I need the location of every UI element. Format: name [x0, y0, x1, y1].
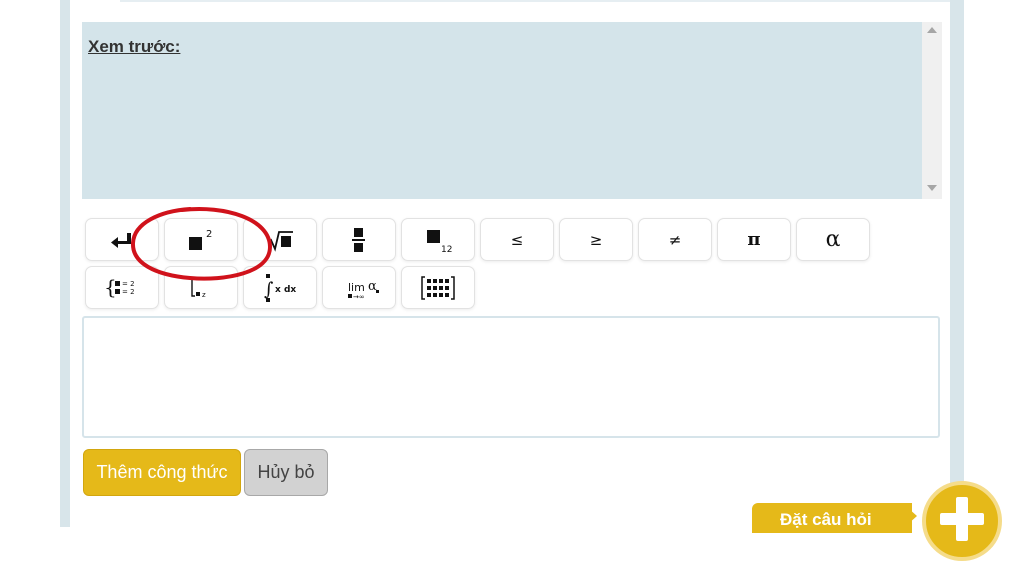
system-of-equations-icon: { = 2 = 2 — [104, 275, 135, 299]
greater-equal-button[interactable]: ≥ — [559, 218, 633, 261]
integral-label: x dx — [275, 285, 296, 295]
alpha-button[interactable]: α — [796, 218, 870, 261]
subscript-icon: 12 — [427, 229, 452, 254]
integral-icon: ∫ x dx — [264, 273, 296, 302]
scroll-down-arrow-icon[interactable] — [927, 185, 937, 191]
page-frame-left — [60, 0, 70, 527]
preview-scrollbar[interactable] — [922, 22, 942, 199]
superscript-icon: 2 — [189, 229, 212, 250]
preview-label: Xem trước: — [88, 37, 181, 56]
superscript-button[interactable]: 2 — [164, 218, 238, 261]
return-arrow-icon — [111, 232, 131, 248]
integral-button[interactable]: ∫ x dx — [243, 266, 317, 309]
equation-line-1: = 2 — [122, 280, 135, 288]
alpha-symbol: α — [825, 227, 841, 252]
not-equal-button[interactable]: ≠ — [638, 218, 712, 261]
bracket-subscript-label: z — [202, 291, 206, 299]
not-equal-symbol: ≠ — [668, 230, 682, 249]
matrix-icon — [421, 275, 455, 300]
superscript-exponent: 2 — [206, 229, 212, 240]
limit-subscript: →∞ — [353, 293, 365, 301]
sqrt-button[interactable] — [243, 218, 317, 261]
matrix-button[interactable] — [401, 266, 475, 309]
svg-text:{: { — [104, 275, 117, 299]
formula-input[interactable] — [82, 316, 940, 438]
less-equal-symbol: ≤ — [510, 230, 524, 249]
bracket-icon: z — [191, 276, 209, 299]
pi-button[interactable]: π — [717, 218, 791, 261]
formula-preview: Xem trước: — [82, 22, 942, 199]
svg-text:∫: ∫ — [264, 279, 274, 300]
add-formula-button[interactable]: Thêm công thức — [83, 449, 241, 496]
ask-question-pointer — [908, 508, 917, 524]
limit-icon: lim →∞ α — [348, 279, 379, 301]
newline-button[interactable] — [85, 218, 159, 261]
system-of-equations-button[interactable]: { = 2 = 2 — [85, 266, 159, 309]
page-frame-right — [950, 0, 964, 527]
subscript-button[interactable]: 12 — [401, 218, 475, 261]
square-root-icon — [267, 230, 293, 252]
limit-button[interactable]: lim →∞ α — [322, 266, 396, 309]
fraction-button[interactable] — [322, 218, 396, 261]
cancel-button[interactable]: Hủy bỏ — [244, 449, 328, 496]
plus-icon-vertical — [956, 497, 968, 541]
ask-question-button[interactable] — [922, 481, 1002, 561]
less-equal-button[interactable]: ≤ — [480, 218, 554, 261]
equation-line-2: = 2 — [122, 288, 135, 296]
fraction-icon — [352, 227, 365, 252]
subscript-index: 12 — [441, 245, 452, 254]
panel-top-border — [120, 0, 950, 2]
ask-question-label[interactable]: Đặt câu hỏi — [752, 503, 912, 533]
scroll-up-arrow-icon[interactable] — [927, 27, 937, 33]
pi-symbol: π — [747, 229, 761, 250]
bracket-subscript-button[interactable]: z — [164, 266, 238, 309]
greater-equal-symbol: ≥ — [589, 230, 603, 249]
limit-alpha: α — [368, 279, 377, 294]
